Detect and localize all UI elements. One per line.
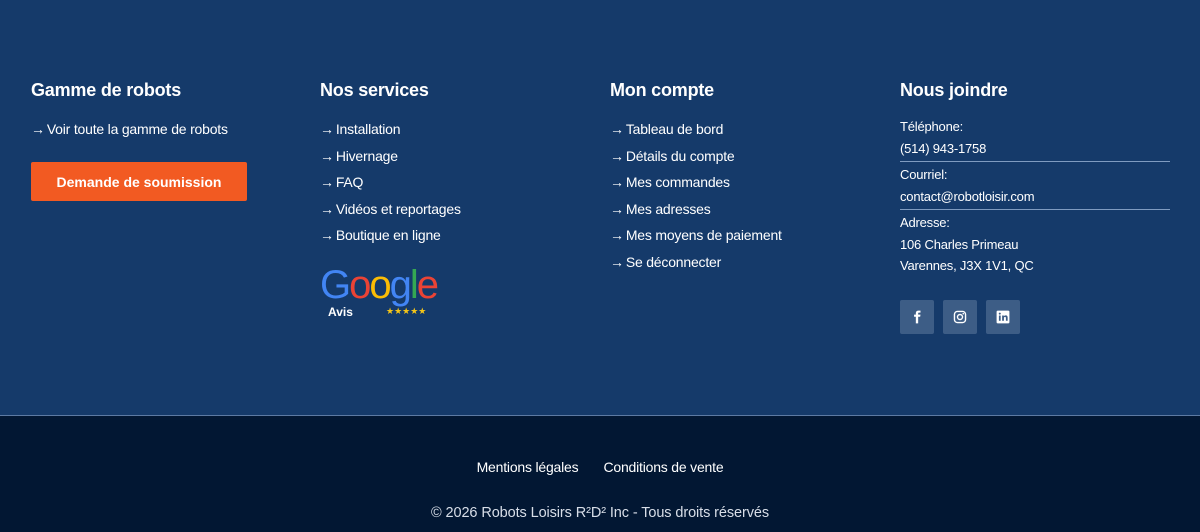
email-label: Courriel: bbox=[900, 167, 948, 182]
star-rating-icon: ★★★★★ bbox=[386, 306, 427, 316]
linkedin-button[interactable] bbox=[986, 300, 1020, 334]
address-line-1: 106 Charles Primeau bbox=[900, 237, 1019, 252]
address-label: Adresse: bbox=[900, 215, 950, 230]
arrow-right-icon: → bbox=[610, 200, 624, 217]
column-robots: Gamme de robots → Voir toute la gamme de … bbox=[31, 80, 228, 147]
arrow-right-icon: → bbox=[610, 174, 624, 190]
google-logo-letter: g bbox=[389, 263, 412, 307]
arrow-right-icon: → bbox=[610, 227, 624, 243]
social-links bbox=[900, 300, 1020, 334]
column-account: Mon compte → Tableau de bord → Détails du … bbox=[610, 80, 782, 279]
arrow-right-icon: → bbox=[320, 200, 334, 217]
contact-divider bbox=[900, 161, 1170, 162]
link-installation[interactable]: → Installation bbox=[320, 120, 461, 147]
link-logout[interactable]: → Se déconnecter bbox=[610, 253, 782, 280]
google-logo: Google bbox=[320, 264, 450, 306]
arrow-right-icon: → bbox=[320, 121, 334, 137]
arrow-right-icon: → bbox=[31, 121, 45, 137]
column-title-services: Nos services bbox=[320, 80, 429, 100]
link-online-shop[interactable]: → Boutique en ligne bbox=[320, 226, 461, 253]
phone-label: Téléphone: bbox=[900, 119, 964, 134]
link-dashboard[interactable]: → Tableau de bord bbox=[610, 120, 782, 147]
column-services: Nos services → Installation → Hivernage → F… bbox=[320, 80, 461, 253]
google-reviews-badge[interactable]: Google Avis ★★★★★ bbox=[320, 264, 450, 324]
link-payment-methods[interactable]: → Mes moyens de paiement bbox=[610, 226, 782, 253]
link-all-robots[interactable]: → Voir toute la gamme de robots bbox=[31, 120, 228, 147]
link-orders[interactable]: → Mes commandes bbox=[610, 173, 782, 200]
arrow-right-icon: → bbox=[320, 174, 334, 190]
column-title-account: Mon compte bbox=[610, 80, 714, 100]
column-title-robots: Gamme de robots bbox=[31, 80, 182, 100]
request-quote-button[interactable]: Demande de soumission bbox=[31, 162, 247, 201]
google-logo-letter: o bbox=[369, 263, 391, 307]
google-reviews-label: Avis bbox=[328, 305, 353, 319]
legal-links: Mentions légales Conditions de vente bbox=[0, 459, 1200, 475]
arrow-right-icon: → bbox=[610, 253, 624, 270]
terms-of-sale-link[interactable]: Conditions de vente bbox=[603, 459, 723, 475]
address-line-2: Varennes, J3X 1V1, QC bbox=[900, 258, 1034, 273]
arrow-right-icon: → bbox=[320, 227, 334, 243]
instagram-button[interactable] bbox=[943, 300, 977, 334]
google-logo-letter: e bbox=[416, 263, 439, 307]
facebook-icon bbox=[914, 310, 921, 324]
link-account-details[interactable]: → Détails du compte bbox=[610, 147, 782, 174]
arrow-right-icon: → bbox=[320, 147, 334, 164]
column-contact: Nous joindre Téléphone: (514) 943-1758 C… bbox=[900, 80, 1170, 274]
link-addresses[interactable]: → Mes adresses bbox=[610, 200, 782, 227]
link-hivernage[interactable]: → Hivernage bbox=[320, 147, 461, 174]
copyright-text: © 2026 Robots Loisirs R²D² Inc - Tous dr… bbox=[431, 505, 769, 521]
legal-notice-link[interactable]: Mentions légales bbox=[477, 459, 579, 475]
linkedin-icon bbox=[996, 310, 1010, 324]
phone-link[interactable]: (514) 943-1758 bbox=[900, 141, 1170, 157]
email-link[interactable]: contact@robotloisir.com bbox=[900, 189, 1170, 205]
column-title-contact: Nous joindre bbox=[900, 80, 1008, 100]
contact-divider bbox=[900, 209, 1170, 210]
google-logo-letter: l bbox=[409, 263, 419, 307]
arrow-right-icon: → bbox=[610, 121, 624, 137]
link-faq[interactable]: → FAQ bbox=[320, 173, 461, 200]
instagram-icon bbox=[953, 310, 967, 324]
google-logo-letter: G bbox=[320, 263, 351, 307]
facebook-button[interactable] bbox=[900, 300, 934, 334]
link-videos[interactable]: → Vidéos et reportages bbox=[320, 200, 461, 227]
google-logo-letter: o bbox=[349, 263, 371, 307]
arrow-right-icon: → bbox=[610, 147, 624, 164]
